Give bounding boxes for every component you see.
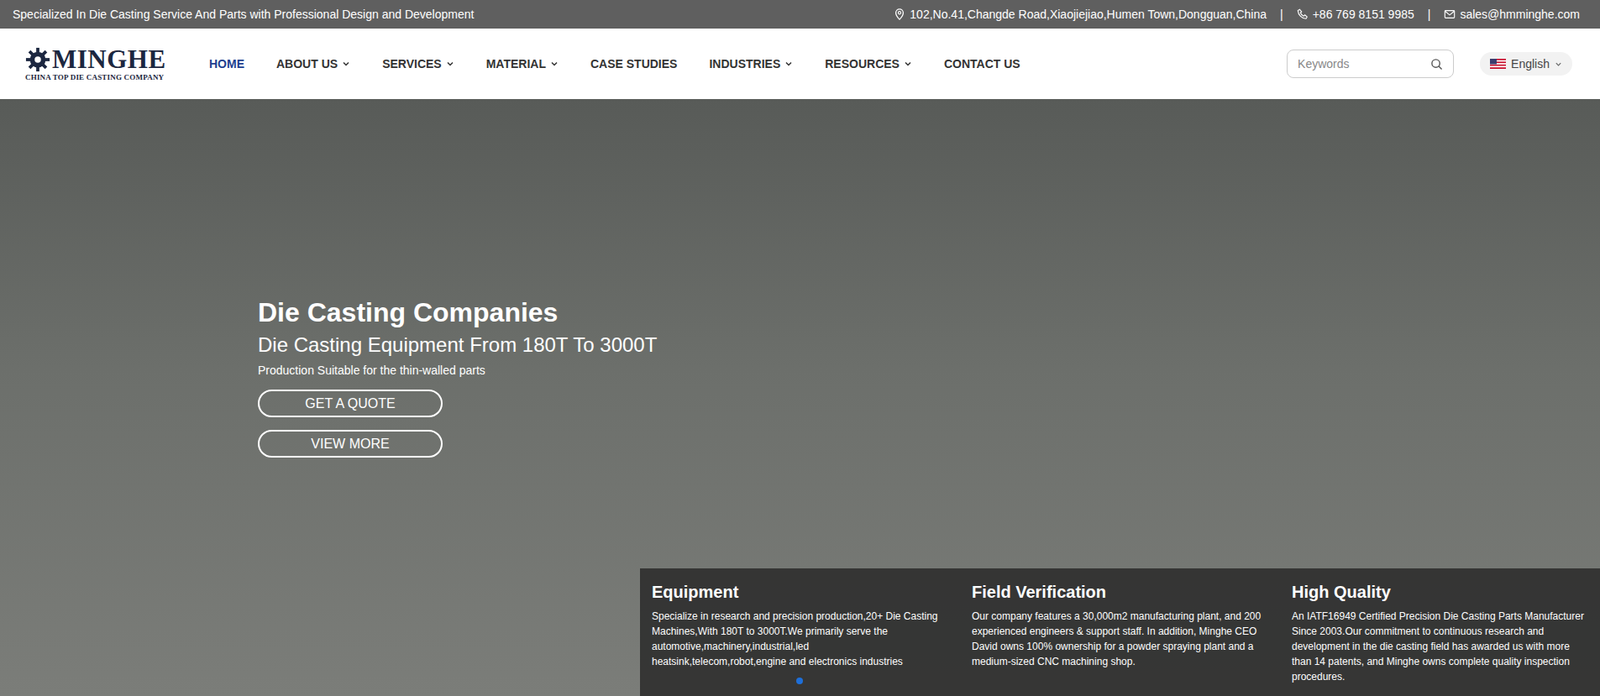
menu-item[interactable]: MATERIAL <box>486 57 559 71</box>
logo[interactable]: MINGHE CHINA TOP DIE CASTING COMPANY <box>25 46 180 82</box>
feature-text: An IATF16949 Certified Precision Die Cas… <box>1291 608 1585 685</box>
chevron-down-icon <box>341 59 351 69</box>
main-menu: HOME ABOUT US SERVICES MATERIAL CASE STU… <box>209 57 1021 71</box>
hero-title: Die Casting Companies <box>257 295 558 330</box>
contacts: 102,No.41,Changde Road,Xiaojiejiao,Humen… <box>893 7 1580 21</box>
menu-item[interactable]: SERVICES <box>382 57 455 71</box>
separator: | <box>1427 7 1432 21</box>
us-flag-icon <box>1489 58 1506 69</box>
language-label: English <box>1510 57 1550 71</box>
hero-content: Die Casting Companies Die Casting Equipm… <box>0 99 1600 471</box>
slider-dot[interactable] <box>796 677 803 685</box>
feature-card: High Quality An IATF16949 Certified Prec… <box>1280 568 1600 696</box>
menu-item[interactable]: INDUSTRIES <box>708 57 793 71</box>
slider-dots <box>796 677 803 685</box>
gear-icon <box>25 47 51 73</box>
phone[interactable]: +86 769 8151 9985 <box>1296 7 1415 21</box>
menu-item[interactable]: CASE STUDIES <box>590 57 677 71</box>
chevron-down-icon <box>550 59 559 69</box>
menu-item[interactable]: RESOURCES <box>824 57 913 71</box>
menu-item[interactable]: ABOUT US <box>276 57 351 71</box>
chevron-down-icon <box>784 59 793 69</box>
page: Specialized In Die Casting Service And P… <box>0 0 1600 696</box>
feature-title: Field Verification <box>971 582 1265 603</box>
search-icon[interactable] <box>1430 57 1443 71</box>
nav-bar: MINGHE CHINA TOP DIE CASTING COMPANY HOM… <box>0 28 1600 100</box>
search-placeholder: Keywords <box>1297 57 1349 71</box>
feature-title: High Quality <box>1291 582 1585 603</box>
top-bar: Specialized In Die Casting Service And P… <box>0 0 1600 29</box>
email[interactable]: sales@hmminghe.com <box>1443 7 1580 21</box>
feature-text: Specialize in research and precision pro… <box>651 608 945 670</box>
hero-button[interactable]: GET A QUOTE <box>257 389 443 418</box>
chevron-down-icon <box>1554 60 1563 69</box>
tagline: Specialized In Die Casting Service And P… <box>12 7 474 21</box>
address: 102,No.41,Changde Road,Xiaojiejiao,Humen… <box>893 7 1267 21</box>
pin-icon <box>893 8 906 21</box>
separator: | <box>1280 7 1284 21</box>
logo-subtitle: CHINA TOP DIE CASTING COMPANY <box>25 73 180 82</box>
search-field[interactable]: Keywords <box>1286 49 1454 79</box>
chevron-down-icon <box>903 59 913 69</box>
hero-subtitle: Die Casting Equipment From 180T To 3000T <box>257 332 657 358</box>
hero-caption: Production Suitable for the thin-walled … <box>257 362 486 378</box>
chevron-down-icon <box>445 59 455 69</box>
feature-text: Our company features a 30,000m2 manufact… <box>971 608 1265 670</box>
logo-name: MINGHE <box>52 46 167 74</box>
language-selector[interactable]: English <box>1479 52 1573 76</box>
feature-title: Equipment <box>651 582 945 603</box>
phone-icon <box>1296 8 1309 21</box>
menu-item[interactable]: CONTACT US <box>944 57 1021 71</box>
feature-card: Field Verification Our company features … <box>960 568 1280 696</box>
hero-button[interactable]: VIEW MORE <box>257 430 443 458</box>
hero-banner: Die Casting Companies Die Casting Equipm… <box>0 99 1600 696</box>
features-panel: Equipment Specialize in research and pre… <box>640 568 1600 696</box>
menu-item[interactable]: HOME <box>209 57 245 71</box>
envelope-icon <box>1443 8 1456 21</box>
